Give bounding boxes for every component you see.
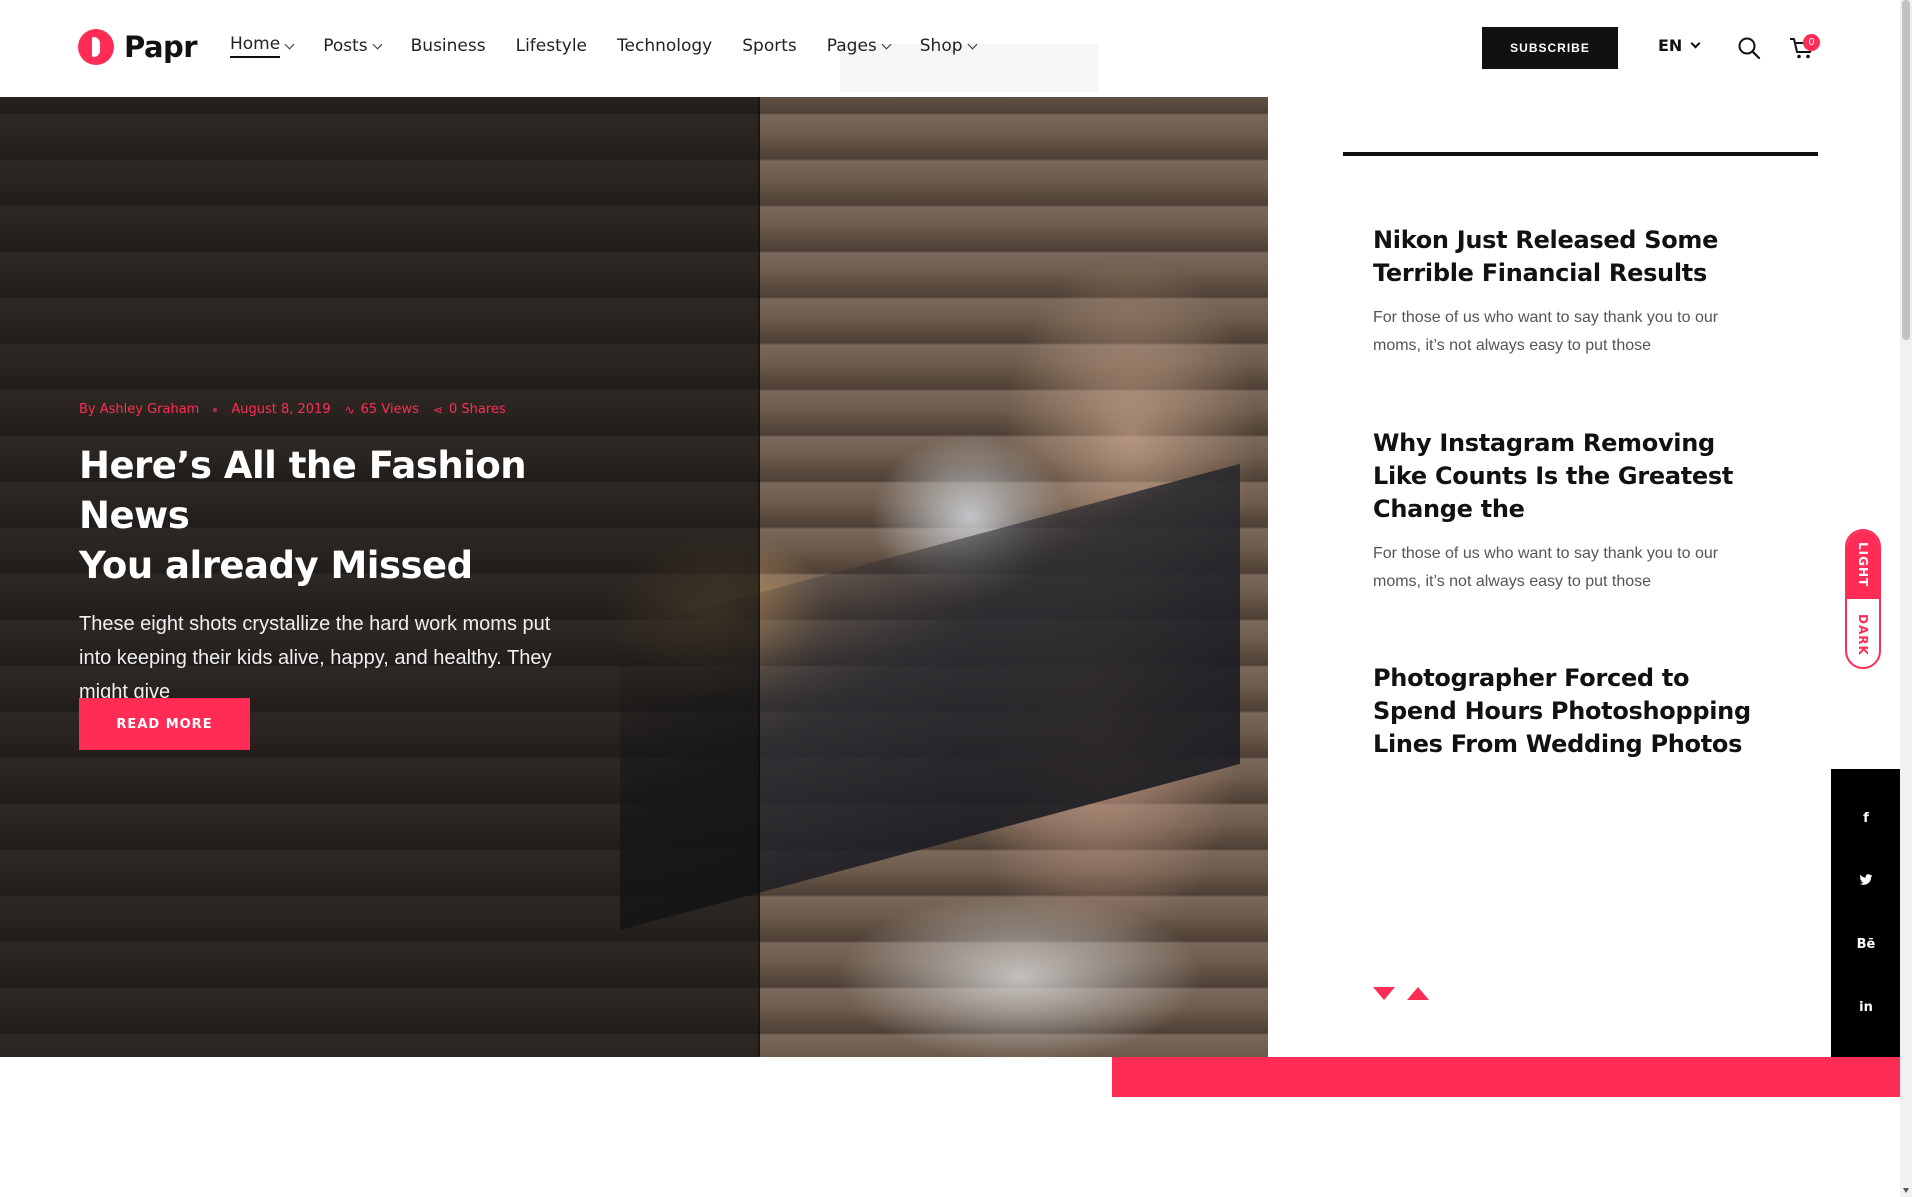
subscribe-button[interactable]: SUBSCRIBE: [1482, 27, 1618, 69]
panel-divider: [1343, 152, 1818, 156]
shares-count: 0 Shares: [449, 402, 506, 417]
cart-count-badge: 0: [1803, 34, 1820, 51]
brand-name: Papr: [124, 30, 198, 64]
site-header: Papr Home Posts Business Lifestyle Techn…: [0, 0, 1900, 97]
main-nav: Home Posts Business Lifestyle Technology…: [230, 34, 977, 58]
social-share-bar: f Bē in: [1831, 769, 1901, 1057]
nav-item-label: Pages: [826, 36, 877, 56]
slider-arrows: [1373, 987, 1429, 1000]
hero-title-line-1: Here’s All the Fashion News: [79, 444, 527, 537]
hero-content: By Ashley Graham August 8, 2019 ∿ 65 Vie…: [79, 402, 599, 709]
views-count: 65 Views: [360, 402, 419, 417]
post-shares: ⋖ 0 Shares: [433, 402, 506, 417]
slide-prev-arrow-icon[interactable]: [1407, 987, 1429, 1000]
sidebar-post-3[interactable]: Photographer Forced to Spend Hours Photo…: [1373, 662, 1753, 761]
hero-slide: By Ashley Graham August 8, 2019 ∿ 65 Vie…: [0, 97, 1268, 1057]
scroll-down-arrow-icon[interactable]: [1903, 1188, 1909, 1193]
nav-item-label: Posts: [323, 36, 368, 56]
nav-item-technology[interactable]: Technology: [617, 34, 712, 58]
twitter-icon[interactable]: [1859, 873, 1873, 890]
share-icon: ⋖: [432, 402, 444, 417]
language-selector[interactable]: EN: [1658, 36, 1701, 55]
post-title[interactable]: Photographer Forced to Spend Hours Photo…: [1373, 662, 1753, 761]
post-date: August 8, 2019: [231, 402, 331, 417]
nav-item-lifestyle[interactable]: Lifestyle: [516, 34, 587, 58]
logo-mark-icon: [78, 29, 114, 65]
post-title[interactable]: Nikon Just Released Some Terrible Financ…: [1373, 224, 1753, 290]
meta-separator: [213, 407, 218, 412]
accent-bar: [1112, 1057, 1902, 1097]
page-scrollbar[interactable]: [1900, 0, 1912, 1197]
nav-item-label: Business: [410, 36, 486, 56]
search-icon[interactable]: [1737, 36, 1761, 60]
nav-item-label: Home: [230, 34, 281, 58]
chevron-down-icon: [372, 39, 383, 49]
theme-light-label: LIGHT: [1856, 542, 1870, 588]
theme-toggle[interactable]: LIGHT DARK: [1845, 529, 1881, 669]
linkedin-icon[interactable]: in: [1859, 1000, 1873, 1015]
nav-item-label: Shop: [919, 36, 963, 56]
nav-item-label: Sports: [742, 36, 797, 56]
theme-dark-option[interactable]: DARK: [1847, 601, 1879, 667]
sidebar-post-1[interactable]: Nikon Just Released Some Terrible Financ…: [1373, 224, 1753, 360]
featured-posts-panel: Nikon Just Released Some Terrible Financ…: [1268, 97, 1831, 1057]
theme-light-option[interactable]: LIGHT: [1847, 531, 1879, 599]
post-author[interactable]: By Ashley Graham: [79, 402, 199, 417]
nav-item-business[interactable]: Business: [411, 34, 486, 58]
logo[interactable]: Papr: [78, 29, 198, 65]
pulse-icon: ∿: [344, 402, 355, 417]
chevron-down-icon: [881, 39, 892, 49]
post-title[interactable]: Why Instagram Removing Like Counts Is th…: [1373, 427, 1753, 526]
nav-item-label: Lifestyle: [515, 36, 588, 56]
chevron-down-icon: [284, 39, 295, 49]
chevron-down-icon: [1690, 38, 1701, 49]
post-excerpt: For those of us who want to say thank yo…: [1373, 545, 1719, 590]
post-meta: By Ashley Graham August 8, 2019 ∿ 65 Vie…: [79, 402, 599, 417]
theme-dark-label: DARK: [1856, 614, 1870, 656]
nav-item-home[interactable]: Home: [230, 34, 295, 58]
nav-item-posts[interactable]: Posts: [323, 34, 383, 58]
hero-title-line-2: You already Missed: [79, 544, 473, 587]
sidebar-post-2[interactable]: Why Instagram Removing Like Counts Is th…: [1373, 427, 1753, 596]
scrollbar-thumb[interactable]: [1902, 0, 1910, 340]
chevron-down-icon: [967, 39, 977, 49]
hero-description: These eight shots crystallize the hard w…: [79, 613, 552, 703]
nav-item-shop[interactable]: Shop: [919, 34, 977, 58]
post-views: ∿ 65 Views: [345, 402, 419, 417]
hero-title[interactable]: Here’s All the Fashion News You already …: [79, 441, 599, 591]
post-excerpt: For those of us who want to say thank yo…: [1373, 309, 1719, 354]
read-more-button[interactable]: READ MORE: [79, 698, 250, 750]
nav-item-label: Technology: [617, 36, 713, 56]
nav-item-sports[interactable]: Sports: [742, 34, 797, 58]
facebook-icon[interactable]: f: [1863, 811, 1869, 826]
slide-next-arrow-icon[interactable]: [1373, 987, 1395, 1000]
language-label: EN: [1658, 36, 1683, 55]
behance-icon[interactable]: Bē: [1857, 937, 1876, 952]
nav-item-pages[interactable]: Pages: [826, 34, 892, 58]
